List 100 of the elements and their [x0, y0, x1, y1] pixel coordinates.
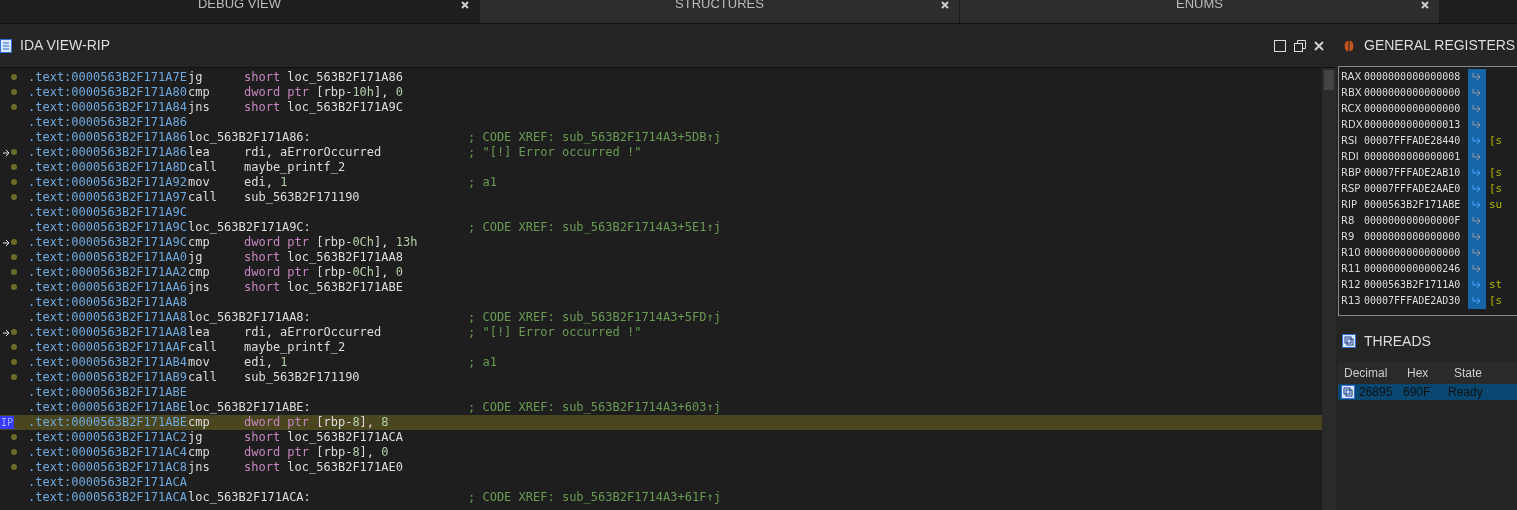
- table-cell-text: 690F: [1402, 384, 1432, 401]
- breakpoint-dot-icon[interactable]: [11, 344, 17, 350]
- breakpoint-dot-icon[interactable]: [11, 269, 17, 275]
- address: .text:0000563B2F171AA8: [28, 325, 188, 340]
- scrollbar[interactable]: [1322, 68, 1336, 510]
- close-icon[interactable]: [941, 1, 949, 9]
- comment: ; a1: [468, 175, 497, 190]
- table-cell-text: 26895: [1358, 384, 1394, 401]
- mnemonic: cmp: [188, 235, 211, 250]
- column-header[interactable]: State: [1448, 364, 1483, 382]
- address: .text:0000563B2F171AB9: [28, 370, 188, 385]
- register-value: 0000000000000000: [1364, 230, 1462, 244]
- code-label: loc_563B2F171ABE:: [188, 400, 312, 415]
- breakpoint-dot-icon[interactable]: [11, 449, 17, 455]
- comment: ; CODE XREF: sub_563B2F1714A3+5DB↑j: [468, 130, 721, 145]
- breakpoint-dot-icon[interactable]: [11, 149, 17, 155]
- close-icon[interactable]: [1421, 1, 1429, 9]
- register-value: 0000000000000008: [1364, 70, 1462, 84]
- register-name: RBP: [1341, 166, 1362, 180]
- register-value: 0000000000000000: [1364, 246, 1462, 260]
- address: .text:0000563B2F171ACA: [28, 490, 188, 505]
- column-header[interactable]: Hex: [1401, 364, 1448, 382]
- address: .text:0000563B2F171A9C: [28, 220, 188, 235]
- register-value: 00007FFFADE2AB10: [1364, 166, 1462, 180]
- mnemonic: cmp: [188, 85, 211, 100]
- arrow-icon: [3, 239, 11, 247]
- breakpoint-dot-icon[interactable]: [11, 74, 17, 80]
- address: .text:0000563B2F171AAF: [28, 340, 188, 355]
- breakpoint-dot-icon[interactable]: [11, 164, 17, 170]
- mnemonic: jns: [188, 460, 211, 475]
- register-info: [s: [1488, 133, 1503, 149]
- breakpoint-dot-icon[interactable]: [11, 359, 17, 365]
- address: .text:0000563B2F171A80: [28, 85, 188, 100]
- breakpoint-dot-icon[interactable]: [11, 104, 17, 110]
- breakpoint-dot-icon[interactable]: [11, 464, 17, 470]
- operands: short loc_563B2F171A9C: [244, 100, 404, 115]
- address: .text:0000563B2F171A86: [28, 145, 188, 160]
- mnemonic: call: [188, 370, 218, 385]
- address: .text:0000563B2F171AB4: [28, 355, 188, 370]
- register-name: R8: [1341, 214, 1356, 228]
- mnemonic: jg: [188, 250, 204, 265]
- operands: dword ptr [rbp-0Ch], 0: [244, 265, 404, 280]
- breakpoint-dot-icon[interactable]: [11, 179, 17, 185]
- breakpoint-dot-icon[interactable]: [11, 374, 17, 380]
- breakpoint-dot-icon[interactable]: [11, 254, 17, 260]
- panel-title: GENERAL REGISTERS: [1364, 35, 1516, 55]
- register-info: [s: [1488, 293, 1503, 309]
- mnemonic: lea: [188, 325, 211, 340]
- register-value: 00007FFFADE2AD30: [1364, 294, 1462, 308]
- panel-title: THREADS: [1364, 331, 1431, 351]
- operands: maybe_printf_2: [244, 340, 347, 355]
- address: .text:0000563B2F171AC8: [28, 460, 188, 475]
- address: .text:0000563B2F171ABE: [28, 400, 188, 415]
- register-value: 0000000000000246: [1364, 262, 1462, 276]
- register-name: R9: [1341, 230, 1356, 244]
- breakpoint-dot-icon[interactable]: [11, 239, 17, 245]
- register-info: st: [1488, 277, 1503, 293]
- address: .text:0000563B2F171AC4: [28, 445, 188, 460]
- mnemonic: mov: [188, 355, 211, 370]
- column-header[interactable]: Decimal: [1338, 364, 1401, 382]
- register-name: RBX: [1341, 86, 1363, 100]
- address: .text:0000563B2F171AA6: [28, 280, 188, 295]
- breakpoint-dot-icon[interactable]: [11, 434, 17, 440]
- breakpoint-dot-icon[interactable]: [11, 329, 17, 335]
- ip-marker: IP: [0, 416, 15, 429]
- breakpoint-dot-icon[interactable]: [11, 194, 17, 200]
- address: .text:0000563B2F171AA2: [28, 265, 188, 280]
- maximize-icon[interactable]: [1274, 39, 1286, 52]
- operands: dword ptr [rbp-0Ch], 13h: [244, 235, 419, 250]
- register-info: su: [1488, 197, 1503, 213]
- comment: ; "[!] Error occurred !": [468, 145, 642, 160]
- address: .text:0000563B2F171A97: [28, 190, 188, 205]
- mnemonic: cmp: [188, 265, 211, 280]
- comment: ; "[!] Error occurred !": [468, 325, 642, 340]
- comment: ; CODE XREF: sub_563B2F1714A3+5FD↑j: [468, 310, 721, 325]
- mnemonic: jg: [188, 430, 204, 445]
- operands: short loc_563B2F171AE0: [244, 460, 404, 475]
- address: .text:0000563B2F171A8D: [28, 160, 188, 175]
- comment: ; CODE XREF: sub_563B2F1714A3+5E1↑j: [468, 220, 721, 235]
- operands: maybe_printf_2: [244, 160, 347, 175]
- close-icon[interactable]: [1314, 40, 1324, 51]
- operands: rdi, aErrorOccurred: [244, 145, 383, 160]
- close-icon[interactable]: [461, 1, 469, 9]
- breakpoint-dot-icon[interactable]: [11, 89, 17, 95]
- operands: sub_563B2F171190: [244, 370, 361, 385]
- restore-icon[interactable]: [1294, 39, 1306, 52]
- bug-icon: [1342, 38, 1356, 52]
- comment: ; CODE XREF: sub_563B2F1714A3+603↑j: [468, 400, 721, 415]
- register-name: R12: [1341, 278, 1362, 292]
- operands: dword ptr [rbp-8], 0: [244, 445, 390, 460]
- operands: edi, 1: [244, 355, 289, 370]
- address: .text:0000563B2F171ACA: [28, 475, 188, 490]
- code-label: loc_563B2F171A9C:: [188, 220, 312, 235]
- breakpoint-dot-icon[interactable]: [11, 284, 17, 290]
- operands: short loc_563B2F171ACA: [244, 430, 404, 445]
- operands: short loc_563B2F171AA8: [244, 250, 404, 265]
- operands: dword ptr [rbp-10h], 0: [244, 85, 404, 100]
- code-label: loc_563B2F171AA8:: [188, 310, 312, 325]
- operands: short loc_563B2F171ABE: [244, 280, 404, 295]
- address: .text:0000563B2F171A84: [28, 100, 188, 115]
